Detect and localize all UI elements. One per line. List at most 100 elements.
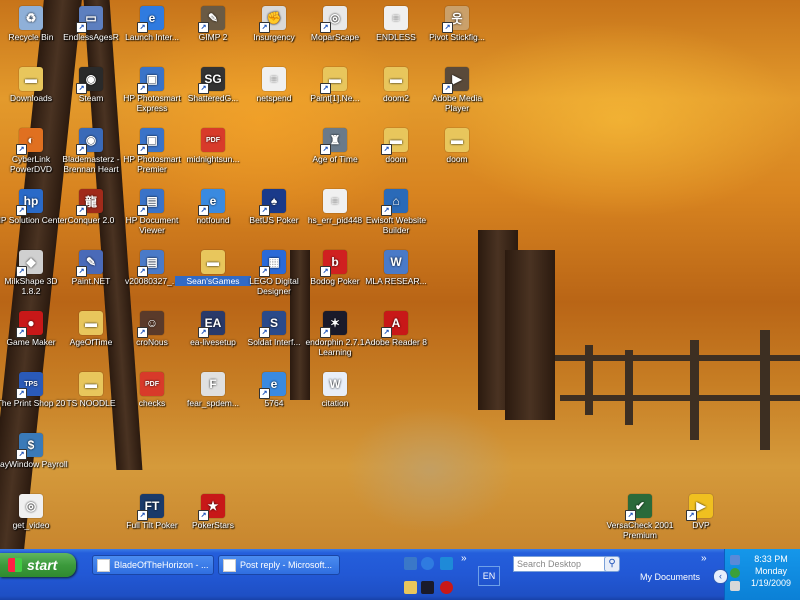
shortcut-arrow-icon: ↗ bbox=[320, 144, 331, 155]
shortcut-arrow-icon: ↗ bbox=[137, 266, 148, 277]
shortcut-arrow-icon: ↗ bbox=[16, 449, 27, 460]
endlessagesr-icon: ▭ ↗ bbox=[76, 6, 103, 33]
shortcut-arrow-icon: ↗ bbox=[198, 510, 209, 521]
paint-net-icon: ✎ ↗ bbox=[76, 250, 103, 277]
wallpaper-fence-post bbox=[625, 350, 633, 425]
steam-icon: ◉ ↗ bbox=[76, 67, 103, 94]
insurgency-icon: ✊ ↗ bbox=[259, 6, 286, 33]
full-tilt-poker-icon: FT ↗ bbox=[137, 494, 164, 521]
desktop-icon-doom[interactable]: ▬ doom bbox=[419, 124, 495, 182]
shortcut-arrow-icon: ↗ bbox=[76, 83, 87, 94]
quicklaunch-app-icon[interactable] bbox=[440, 557, 453, 570]
hp-document-viewer-icon: ▤ ↗ bbox=[137, 189, 164, 216]
shortcut-arrow-icon: ↗ bbox=[320, 327, 331, 338]
recycle-bin-icon: ♻ bbox=[19, 6, 43, 30]
language-indicator[interactable]: EN bbox=[478, 566, 500, 586]
shortcut-arrow-icon: ↗ bbox=[198, 205, 209, 216]
ewisoft-website-builder-icon: ⌂ ↗ bbox=[381, 189, 408, 216]
clock[interactable]: 8:33 PM Monday 1/19/2009 bbox=[743, 553, 799, 589]
start-label: start bbox=[27, 557, 58, 573]
v20080327-icon: ▤ ↗ bbox=[137, 250, 164, 277]
game-maker-icon: ● ↗ bbox=[16, 311, 43, 338]
ea-livesetup-icon: EA ↗ bbox=[198, 311, 225, 338]
checks-icon: PDF bbox=[140, 372, 164, 396]
windows-flag-icon bbox=[8, 558, 22, 572]
shortcut-arrow-icon: ↗ bbox=[16, 327, 27, 338]
desktop-search-input[interactable]: Search Desktop bbox=[513, 556, 608, 572]
shortcut-arrow-icon: ↗ bbox=[259, 22, 270, 33]
shortcut-arrow-icon: ↗ bbox=[76, 22, 87, 33]
volume-icon[interactable] bbox=[730, 581, 740, 591]
desktop-icon-get-video[interactable]: ◎ get_video bbox=[0, 490, 69, 548]
quicklaunch-app-icon[interactable] bbox=[440, 581, 453, 594]
paint-1-ne-icon: ▬ ↗ bbox=[320, 67, 347, 94]
quicklaunch-app-icon[interactable] bbox=[404, 557, 417, 570]
shortcut-arrow-icon: ↗ bbox=[625, 510, 636, 521]
security-shield-icon[interactable] bbox=[730, 568, 740, 578]
taskbar-button-label: Post reply - Microsoft... bbox=[240, 560, 333, 570]
mla-resear-icon: W bbox=[384, 250, 408, 274]
window-icon bbox=[97, 558, 110, 572]
desktop-icon-pivot-stickfig[interactable]: 웃 ↗ Pivot Stickfig... bbox=[419, 2, 495, 60]
shortcut-arrow-icon: ↗ bbox=[137, 205, 148, 216]
desktop-icon-adobe-reader-8[interactable]: A ↗ Adobe Reader 8 bbox=[358, 307, 434, 365]
system-tray: ‹ 8:33 PM Monday 1/19/2009 bbox=[713, 549, 800, 600]
desktop-icon-mla-resear[interactable]: W MLA RESEAR... bbox=[358, 246, 434, 304]
clock-date: 1/19/2009 bbox=[750, 578, 792, 588]
desktop-icon-label: Ewisoft Website Builder bbox=[365, 215, 427, 235]
shortcut-arrow-icon: ↗ bbox=[442, 83, 453, 94]
hs-err-pid448-icon: ≡ bbox=[323, 189, 347, 213]
the-print-shop-20-icon: TPS ↗ bbox=[16, 372, 43, 399]
shatteredg-icon: SG ↗ bbox=[198, 67, 225, 94]
desktop-icon-paywindow-payroll[interactable]: $ ↗ PayWindow Payroll bbox=[0, 429, 69, 487]
folder-icon[interactable] bbox=[404, 581, 417, 594]
ts-noodle-icon: ▬ bbox=[79, 372, 103, 396]
shortcut-arrow-icon: ↗ bbox=[137, 327, 148, 338]
show-hidden-icons-chevron-icon[interactable]: ‹ bbox=[713, 569, 728, 584]
midnightsun-icon: PDF bbox=[201, 128, 225, 152]
quicklaunch-app-icon[interactable] bbox=[421, 581, 434, 594]
desktop-icon-label: Adobe Reader 8 bbox=[365, 337, 427, 347]
desktop-icon-midnightsun[interactable]: PDF midnightsun... bbox=[175, 124, 251, 182]
cronous-icon: ☺ ↗ bbox=[137, 311, 164, 338]
bodog-poker-icon: b ↗ bbox=[320, 250, 347, 277]
desktop-icon-citation[interactable]: Wcitation bbox=[297, 368, 373, 426]
shortcut-arrow-icon: ↗ bbox=[76, 144, 87, 155]
internet-explorer-icon[interactable] bbox=[421, 557, 434, 570]
shortcut-arrow-icon: ↗ bbox=[137, 22, 148, 33]
desktop-wallpaper: ♻ Recycle Bin ▭ ↗ EndlessAgesR e ↗ Launch Inter… bbox=[0, 0, 800, 549]
taskbar-button-bladeofthehorizon[interactable]: BladeOfTheHorizon - ... bbox=[92, 555, 214, 575]
taskbar-button-post-reply[interactable]: Post reply - Microsoft... bbox=[218, 555, 340, 575]
moparscape-icon: ◎ ↗ bbox=[320, 6, 347, 33]
toolbar-overflow-chevron-icon[interactable]: » bbox=[701, 553, 707, 564]
adobe-reader-8-icon: A ↗ bbox=[381, 311, 408, 338]
citation-icon: W bbox=[323, 372, 347, 396]
gimp-2-icon: ✎ ↗ bbox=[198, 6, 225, 33]
milkshape-3d-1-8-2-icon: ◆ ↗ bbox=[16, 250, 43, 277]
desktop-icon-label: doom bbox=[446, 154, 468, 164]
quicklaunch-overflow-chevron-icon[interactable]: » bbox=[461, 553, 467, 564]
shortcut-arrow-icon: ↗ bbox=[16, 144, 27, 155]
desktop-icon-ewisoft-website-builder[interactable]: ⌂ ↗ Ewisoft Website Builder bbox=[358, 185, 434, 243]
adobe-media-player-icon: ▶ ↗ bbox=[442, 67, 469, 94]
doom-icon: ▬ bbox=[445, 128, 469, 152]
doom-icon: ▬ ↗ bbox=[381, 128, 408, 155]
endless-icon: ≡ bbox=[384, 6, 408, 30]
desktop-icon-dvp[interactable]: ▶ ↗ DVP bbox=[663, 490, 739, 548]
5764-icon: e ↗ bbox=[259, 372, 286, 399]
desktop-icon-label: Pivot Stickfig... bbox=[429, 32, 485, 42]
dvp-icon: ▶ ↗ bbox=[686, 494, 713, 521]
desktop-icon-label: MLA RESEAR... bbox=[365, 276, 427, 286]
desktop-icon-pokerstars[interactable]: ★ ↗ PokerStars bbox=[175, 490, 251, 548]
start-button[interactable]: start bbox=[0, 553, 76, 577]
shortcut-arrow-icon: ↗ bbox=[686, 510, 697, 521]
shortcut-arrow-icon: ↗ bbox=[76, 205, 87, 216]
launch-inter-icon: e ↗ bbox=[137, 6, 164, 33]
shortcut-arrow-icon: ↗ bbox=[16, 266, 27, 277]
search-icon[interactable]: ⚲ bbox=[604, 556, 620, 572]
network-icon[interactable] bbox=[730, 555, 740, 565]
wallpaper-fence-post bbox=[760, 330, 770, 450]
window-icon bbox=[223, 558, 236, 572]
desktop-icon-adobe-media-player[interactable]: ▶ ↗ Adobe Media Player bbox=[419, 63, 495, 121]
my-documents-toolbar[interactable]: My Documents bbox=[640, 572, 700, 582]
